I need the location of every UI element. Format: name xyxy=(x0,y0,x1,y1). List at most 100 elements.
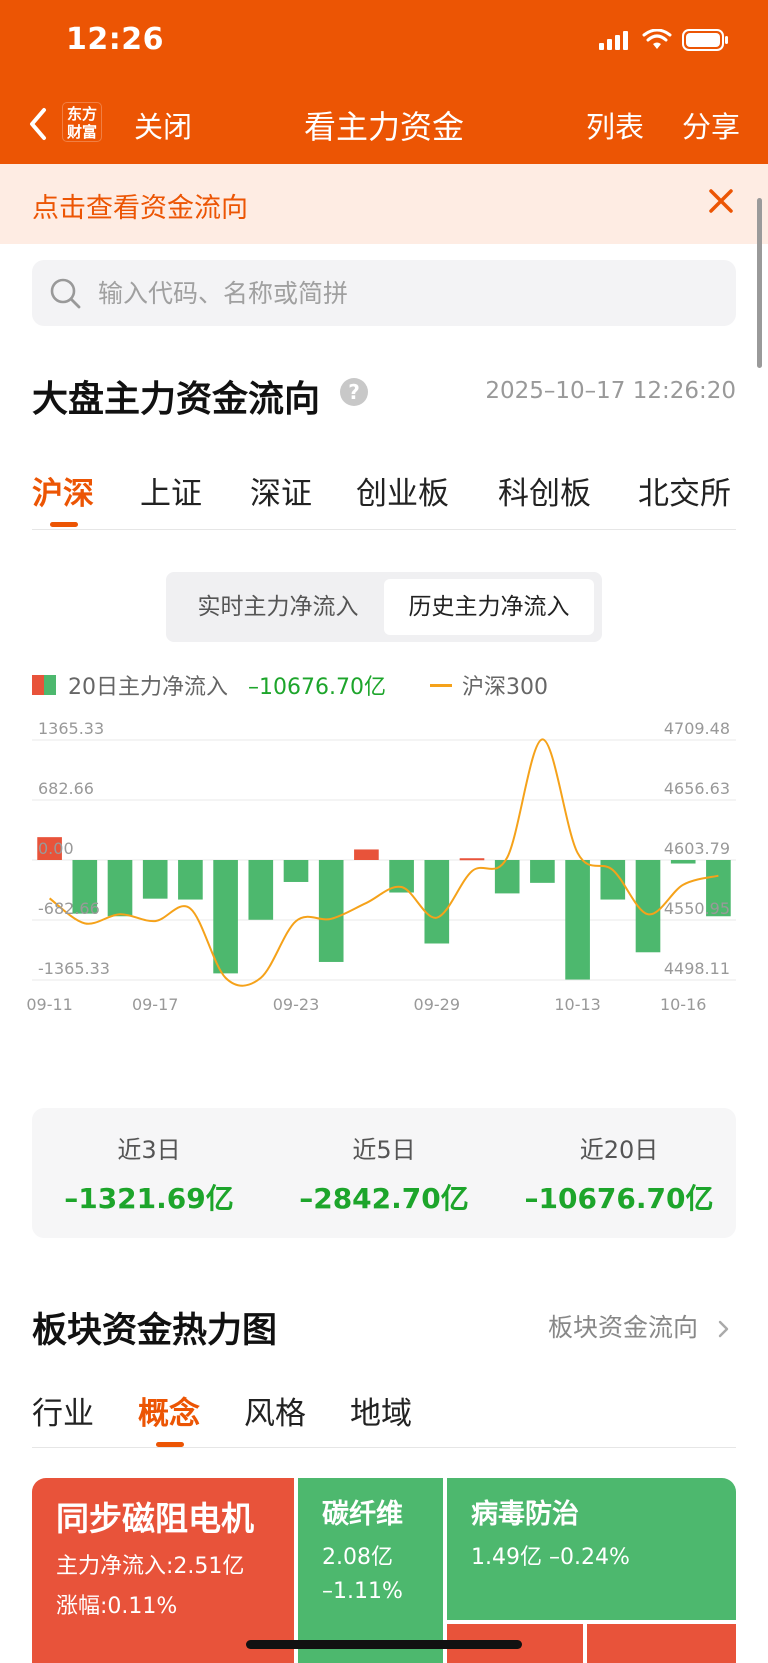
tab-underline xyxy=(50,522,78,527)
heatmap-cell[interactable]: 同步磁阻电机 主力净流入:2.51亿 涨幅:0.11% xyxy=(32,1478,294,1663)
summary-3d: 近3日 –1321.69亿 xyxy=(32,1130,266,1217)
bar-legend-label: 20日主力净流入 xyxy=(68,675,228,700)
left-axis-tick-label: -1365.33 xyxy=(38,959,110,978)
tab-style[interactable]: 风格 xyxy=(244,1388,306,1433)
chart-bar xyxy=(248,860,274,920)
tab-industry[interactable]: 行业 xyxy=(32,1388,94,1433)
heatmap-cell-inflow: 2.08亿 xyxy=(322,1545,393,1570)
share-button[interactable]: 分享 xyxy=(682,104,740,146)
summary-20d: 近20日 –10676.70亿 xyxy=(502,1130,736,1217)
x-axis-tick-label: 10-13 xyxy=(554,995,601,1014)
chart-bar xyxy=(142,860,168,899)
chart-bar xyxy=(178,860,203,900)
summary-5d: 近5日 –2842.70亿 xyxy=(267,1130,501,1217)
left-axis-tick-label: 682.66 xyxy=(38,779,94,798)
history-flow-tab[interactable]: 历史主力净流入 xyxy=(384,579,594,635)
chart-bar xyxy=(459,858,485,861)
flow-mode-switch: 实时主力净流入 历史主力净流入 xyxy=(166,572,602,642)
chart-legend: 20日主力净流入 –10676.70亿 沪深300 xyxy=(32,668,548,702)
x-axis-tick-label: 09-29 xyxy=(414,995,461,1014)
summary-5d-value: –2842.70亿 xyxy=(299,1182,469,1215)
wifi-icon xyxy=(642,29,672,49)
right-axis-tick-label: 4498.11 xyxy=(664,959,730,978)
search-input[interactable] xyxy=(98,260,718,326)
bar-legend-swatch xyxy=(32,675,56,695)
heatmap-cell-inflow: 1.49亿 –0.24% xyxy=(471,1545,630,1570)
heatmap-cell-name: 同步磁阻电机 xyxy=(56,1499,254,1538)
tab-concept[interactable]: 概念 xyxy=(138,1388,200,1433)
right-axis-tick-label: 4709.48 xyxy=(664,720,730,738)
banner-close-icon[interactable] xyxy=(704,184,738,218)
line-legend-label: 沪深300 xyxy=(461,675,548,700)
status-icons xyxy=(598,28,730,52)
search-icon xyxy=(50,278,81,309)
flow-summary: 近3日 –1321.69亿 近5日 –2842.70亿 近20日 –10676.… xyxy=(32,1108,736,1238)
tab-underline xyxy=(156,1442,184,1447)
heatmap-cell[interactable]: 病毒防治 1.49亿 –0.24% xyxy=(447,1478,736,1620)
chevron-right-icon xyxy=(718,1320,729,1338)
chart-bar xyxy=(354,849,379,860)
sector-heatmap: 同步磁阻电机 主力净流入:2.51亿 涨幅:0.11% 碳纤维 2.08亿 –1… xyxy=(32,1478,736,1663)
page-title: 看主力资金 xyxy=(303,108,464,146)
line-legend-swatch xyxy=(429,683,452,687)
chart-bar xyxy=(670,860,696,864)
heatmap-cell-name: 碳纤维 xyxy=(322,1499,403,1530)
right-axis-tick-label: 4603.79 xyxy=(664,839,730,858)
header: 12:26 东方 财富 关闭 看主力资金 列表 分享 xyxy=(0,0,768,164)
summary-3d-value: –1321.69亿 xyxy=(64,1182,234,1215)
x-axis-tick-label: 09-23 xyxy=(273,995,320,1014)
summary-20d-value: –10676.70亿 xyxy=(524,1182,714,1215)
left-axis-tick-label: 0.00 xyxy=(38,839,74,858)
tab-shanghai[interactable]: 上证 xyxy=(140,468,202,513)
section-title: 大盘主力资金流向 xyxy=(32,379,321,420)
heatmap-tabs: 行业 概念 风格 地域 xyxy=(32,1384,736,1448)
heatmap-cell-inflow: 主力净流入:2.51亿 xyxy=(56,1554,245,1579)
tab-star-market[interactable]: 科创板 xyxy=(498,468,591,513)
left-axis-tick-label: -682.66 xyxy=(38,899,100,918)
chart-bar xyxy=(424,860,450,944)
x-axis-tick-label: 10-16 xyxy=(660,995,707,1014)
chart-bar xyxy=(283,860,309,882)
tab-region[interactable]: 地域 xyxy=(350,1388,412,1433)
chart-bar xyxy=(635,860,661,953)
right-axis-tick-label: 4656.63 xyxy=(664,779,730,798)
heatmap-cell-name: 病毒防治 xyxy=(471,1499,579,1530)
search-bar[interactable] xyxy=(32,260,736,326)
chart-bar xyxy=(213,860,238,974)
signal-icon xyxy=(599,31,628,50)
list-button[interactable]: 列表 xyxy=(586,104,644,146)
realtime-flow-tab[interactable]: 实时主力净流入 xyxy=(174,579,382,635)
tab-bse[interactable]: 北交所 xyxy=(638,468,731,513)
sector-flow-link[interactable]: 板块资金流向 xyxy=(548,1308,732,1344)
fund-flow-chart: 1365.33 682.66 0.00 -682.66 -1365.33 4709.48 4… xyxy=(26,720,736,1014)
chart-bar xyxy=(494,860,520,894)
heatmap-cell[interactable]: 碳纤维 2.08亿 –1.11% xyxy=(298,1478,443,1663)
left-axis-tick-label: 1365.33 xyxy=(38,720,104,738)
scrollbar[interactable] xyxy=(757,198,762,368)
tab-shenzhen[interactable]: 深证 xyxy=(250,468,312,513)
sector-flow-link-label: 板块资金流向 xyxy=(548,1313,699,1342)
battery-icon xyxy=(682,29,728,51)
x-axis-tick-label: 09-17 xyxy=(132,995,179,1014)
heatmap-title: 板块资金热力图 xyxy=(32,1311,278,1351)
heatmap-cell-change: 涨幅:0.11% xyxy=(56,1594,178,1619)
chart-bar xyxy=(530,860,555,883)
chart-bar xyxy=(565,860,590,980)
fund-flow-banner[interactable]: 点击查看资金流向 xyxy=(0,164,768,244)
bar-legend-value: –10676.70亿 xyxy=(248,675,386,700)
tab-chinext[interactable]: 创业板 xyxy=(356,468,449,513)
x-axis-tick-label: 09-11 xyxy=(26,995,73,1014)
banner-text: 点击查看资金流向 xyxy=(32,193,248,224)
chart-bar xyxy=(107,860,133,917)
summary-3d-label: 近3日 xyxy=(117,1136,181,1164)
summary-5d-label: 近5日 xyxy=(352,1136,416,1164)
chart-bar xyxy=(318,860,344,962)
heatmap-cell-partial[interactable] xyxy=(587,1624,736,1663)
summary-20d-label: 近20日 xyxy=(579,1136,659,1164)
tab-hushen[interactable]: 沪深 xyxy=(32,468,94,513)
status-time: 12:26 xyxy=(66,22,164,57)
home-indicator xyxy=(246,1640,522,1649)
help-icon[interactable]: ? xyxy=(340,378,368,406)
section-timestamp: 2025–10–17 12:26:20 xyxy=(485,378,736,404)
heatmap-cell-change: –1.11% xyxy=(322,1579,403,1604)
